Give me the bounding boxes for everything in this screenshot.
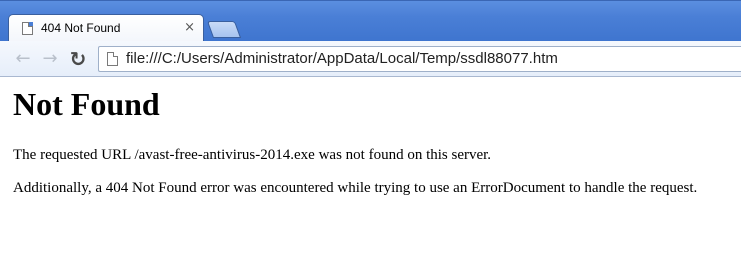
browser-toolbar: ← → ↻ file:///C:/Users/Administrator/App… bbox=[0, 41, 741, 77]
page-icon bbox=[22, 22, 33, 35]
address-url[interactable]: file:///C:/Users/Administrator/AppData/L… bbox=[126, 50, 558, 67]
address-bar[interactable]: file:///C:/Users/Administrator/AppData/L… bbox=[98, 46, 741, 72]
close-icon[interactable]: × bbox=[184, 20, 195, 35]
browser-tab[interactable]: 404 Not Found × bbox=[8, 14, 204, 42]
tab-strip: 404 Not Found × bbox=[0, 0, 741, 42]
new-tab-button[interactable] bbox=[206, 21, 242, 38]
additional-error-message: Additionally, a 404 Not Found error was … bbox=[13, 180, 698, 196]
error-message: The requested URL /avast-free-antivirus-… bbox=[13, 147, 492, 163]
page-content: Not Found The requested URL /avast-free-… bbox=[13, 86, 741, 197]
arrow-right-icon[interactable]: → bbox=[39, 48, 61, 70]
page-icon bbox=[107, 52, 118, 66]
page-title: Not Found bbox=[13, 86, 160, 122]
arrow-left-icon[interactable]: ← bbox=[12, 48, 34, 70]
tab-title: 404 Not Found bbox=[41, 21, 121, 35]
reload-icon[interactable]: ↻ bbox=[67, 48, 89, 70]
